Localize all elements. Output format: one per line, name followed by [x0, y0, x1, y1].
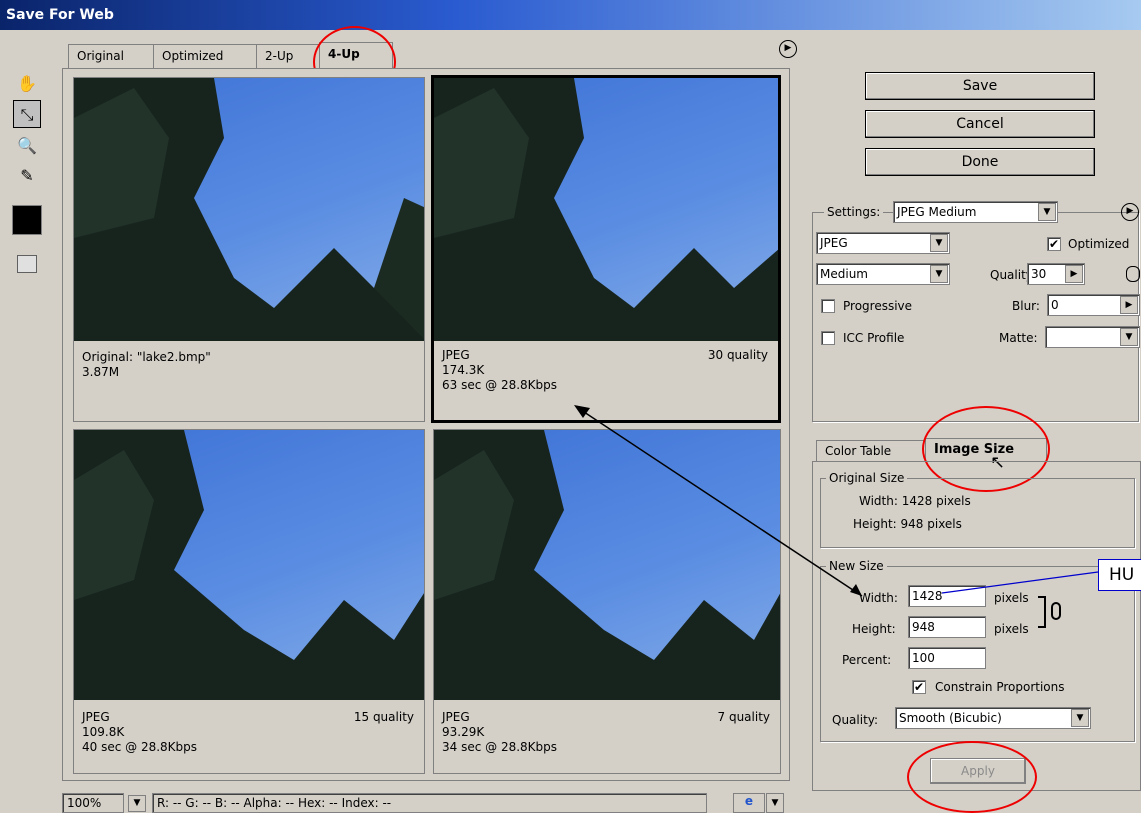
annotation-overlay: [574, 405, 1099, 597]
annotation-arrowhead: [574, 405, 590, 418]
browser-preview-icon[interactable]: e: [733, 793, 765, 813]
annotation-arrow-line: [577, 407, 863, 597]
callout-leader-line: [941, 571, 1099, 594]
zoom-level-field[interactable]: 100%: [62, 793, 124, 813]
color-readout: R: -- G: -- B: -- Alpha: -- Hex: -- Inde…: [152, 793, 707, 813]
zoom-dropdown-icon[interactable]: ▼: [128, 795, 146, 812]
browser-dropdown-icon[interactable]: ▼: [766, 793, 784, 813]
annotation-arrowhead: [850, 584, 862, 596]
annotation-callout: HU: [1098, 559, 1141, 591]
